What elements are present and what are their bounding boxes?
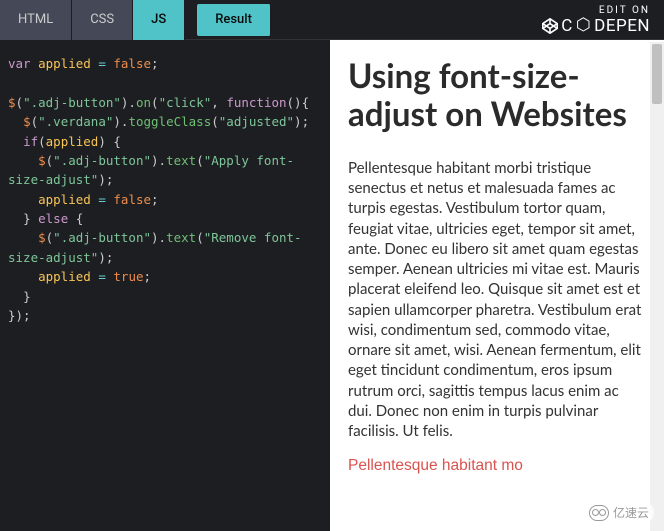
watermark-icon <box>589 505 609 521</box>
scrollbar-track[interactable] <box>650 42 664 531</box>
edit-on-label: EDIT ON <box>599 2 660 16</box>
code-editor[interactable]: var applied = false; $(".adj-button").on… <box>0 40 330 531</box>
result-paragraph-secondary: Pellentesque habitant mo <box>348 457 646 475</box>
tab-bar: HTML CSS JS Result EDIT ON C⬡DEPEN <box>0 0 664 40</box>
result-panel: Using font-size-adjust on Websites Pelle… <box>330 40 664 531</box>
watermark: 亿速云 <box>584 502 654 523</box>
codepen-cube-icon <box>542 18 558 34</box>
result-paragraph: Pellentesque habitant morbi tristique se… <box>348 158 646 442</box>
tab-html[interactable]: HTML <box>0 0 72 40</box>
tab-result[interactable]: Result <box>197 4 271 36</box>
scrollbar-thumb[interactable] <box>652 44 662 104</box>
result-heading: Using font-size-adjust on Websites <box>348 58 646 134</box>
watermark-text: 亿速云 <box>613 504 649 521</box>
workspace: var applied = false; $(".adj-button").on… <box>0 40 664 531</box>
codepen-logo: C⬡DEPEN <box>542 16 660 38</box>
tab-js[interactable]: JS <box>133 0 185 40</box>
tab-css[interactable]: CSS <box>72 0 133 40</box>
codepen-link[interactable]: EDIT ON C⬡DEPEN <box>542 2 664 38</box>
